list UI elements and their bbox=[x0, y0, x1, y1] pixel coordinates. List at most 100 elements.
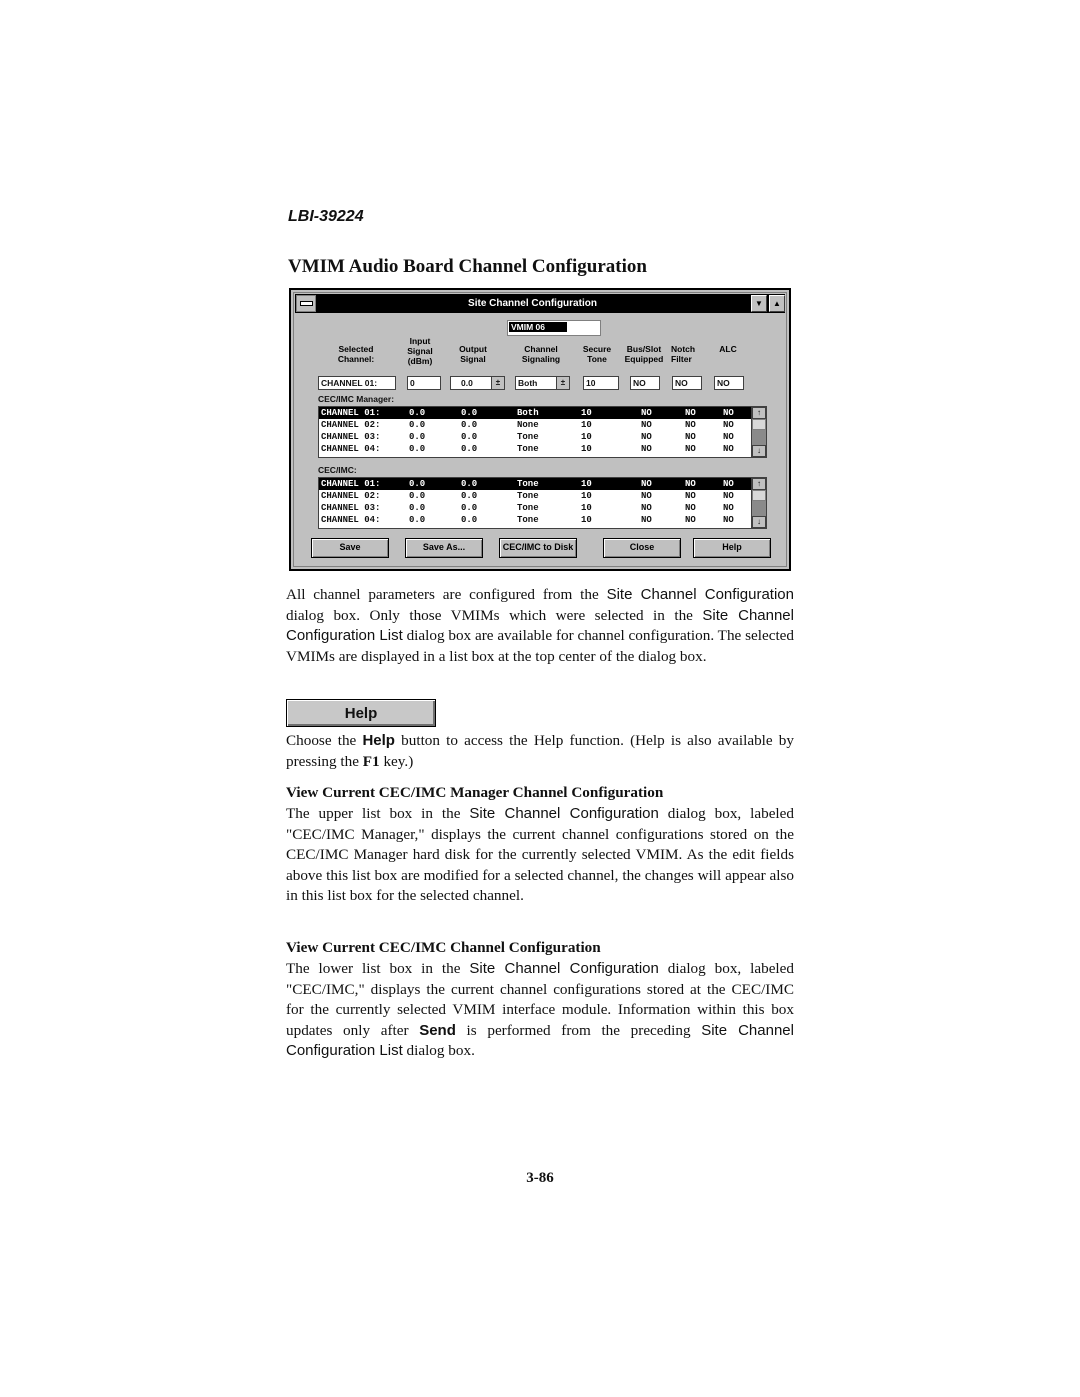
list-row[interactable]: CHANNEL 04: 0.0 0.0 Tone 10 NO NO NO bbox=[319, 514, 766, 526]
list-row[interactable]: CHANNEL 02: 0.0 0.0 None 10 NO NO NO bbox=[319, 419, 766, 431]
list-cell: 0.0 bbox=[409, 432, 426, 442]
list-cell: NO bbox=[641, 408, 652, 418]
spin-icon[interactable]: ± bbox=[556, 377, 569, 389]
text: Choose the bbox=[286, 732, 363, 749]
save-as-button[interactable]: Save As... bbox=[405, 538, 483, 558]
save-button[interactable]: Save bbox=[311, 538, 389, 558]
list-cell: CHANNEL 03: bbox=[321, 503, 381, 513]
channel-signaling-value: Both bbox=[518, 378, 538, 388]
cec-imc-manager-list[interactable]: CHANNEL 01: 0.0 0.0 Both 10 NO NO NO CHANNEL 02:… bbox=[318, 406, 767, 458]
list-cell: 10 bbox=[581, 515, 592, 525]
list-row[interactable]: CHANNEL 01: 0.0 0.0 Both 10 NO NO NO bbox=[319, 407, 766, 419]
cec-imc-list[interactable]: CHANNEL 01: 0.0 0.0 Tone 10 NO NO NO CHANNEL 02:… bbox=[318, 477, 767, 529]
list-row[interactable]: CHANNEL 04: 0.0 0.0 Tone 10 NO NO NO bbox=[319, 443, 766, 455]
list-cell: 10 bbox=[581, 444, 592, 454]
scrollbar-track[interactable] bbox=[752, 501, 766, 516]
list-cell: 0.0 bbox=[409, 479, 426, 489]
list-cell: Both bbox=[517, 408, 539, 418]
scroll-up-icon[interactable]: ↑ bbox=[752, 407, 766, 419]
scrollbar-track[interactable] bbox=[752, 430, 766, 445]
vmim-list-item-selected[interactable]: VMIM 06 bbox=[508, 321, 568, 333]
list-cell: NO bbox=[685, 408, 696, 418]
column-header-input-signal: Input Signal (dBm) bbox=[407, 336, 433, 366]
list-cell: NO bbox=[641, 444, 652, 454]
output-signal-dropdown[interactable]: 0.0 ± bbox=[450, 376, 505, 390]
list-cell: NO bbox=[685, 432, 696, 442]
list-cell: NO bbox=[641, 479, 652, 489]
list-cell: None bbox=[517, 420, 539, 430]
list-cell: 0.0 bbox=[461, 491, 478, 501]
list-cell: 10 bbox=[581, 432, 592, 442]
list-cell: 0.0 bbox=[461, 432, 478, 442]
text: dialog box. bbox=[402, 1042, 475, 1060]
list-cell: NO bbox=[723, 432, 734, 442]
help-button[interactable]: Help bbox=[693, 538, 771, 558]
list-row[interactable]: CHANNEL 03: 0.0 0.0 Tone 10 NO NO NO bbox=[319, 502, 766, 514]
scrollbar-thumb[interactable] bbox=[752, 490, 766, 501]
list-row[interactable]: CHANNEL 03: 0.0 0.0 Tone 10 NO NO NO bbox=[319, 431, 766, 443]
scroll-up-icon[interactable]: ↑ bbox=[752, 478, 766, 490]
list-cell: 0.0 bbox=[409, 420, 426, 430]
column-header-secure-tone: Secure Tone bbox=[582, 344, 612, 364]
list-cell: NO bbox=[685, 479, 696, 489]
secure-tone-field[interactable]: 10 bbox=[583, 376, 619, 390]
minimize-icon[interactable]: ▼ bbox=[751, 295, 767, 312]
site-channel-configuration-dialog: Site Channel Configuration ▼ ▲ VMIM 06 S… bbox=[289, 288, 791, 571]
input-signal-field[interactable]: 0 bbox=[407, 376, 441, 390]
vertical-scrollbar[interactable]: ↑ ↓ bbox=[751, 478, 766, 528]
dialog-name: Site Channel Configuration bbox=[469, 805, 659, 822]
list-row[interactable]: CHANNEL 02: 0.0 0.0 Tone 10 NO NO NO bbox=[319, 490, 766, 502]
bus-slot-equipped-field[interactable]: NO bbox=[630, 376, 660, 390]
channel-signaling-dropdown[interactable]: Both ± bbox=[515, 376, 570, 390]
maximize-icon[interactable]: ▲ bbox=[769, 295, 785, 312]
selected-channel-field[interactable]: CHANNEL 01: bbox=[318, 376, 396, 390]
cec-imc-manager-label: CEC/IMC Manager: bbox=[318, 394, 395, 404]
spin-icon[interactable]: ± bbox=[491, 377, 504, 389]
list-cell: NO bbox=[641, 420, 652, 430]
list-cell: Tone bbox=[517, 444, 539, 454]
list-cell: NO bbox=[641, 491, 652, 501]
list-cell: 10 bbox=[581, 420, 592, 430]
list-cell: NO bbox=[685, 503, 696, 513]
list-cell: Tone bbox=[517, 491, 539, 501]
list-cell: 0.0 bbox=[461, 515, 478, 525]
vertical-scrollbar[interactable]: ↑ ↓ bbox=[751, 407, 766, 457]
scroll-down-icon[interactable]: ↓ bbox=[752, 516, 766, 528]
intro-paragraph: All channel parameters are configured fr… bbox=[286, 585, 794, 667]
page-title: VMIM Audio Board Channel Configuration bbox=[288, 256, 647, 277]
vmim-list-box[interactable]: VMIM 06 bbox=[507, 320, 601, 336]
manager-paragraph: The upper list box in the Site Channel C… bbox=[286, 804, 794, 907]
system-menu-icon[interactable] bbox=[296, 295, 316, 312]
document-id: LBI-39224 bbox=[288, 208, 364, 225]
list-cell: CHANNEL 03: bbox=[321, 432, 381, 442]
cec-imc-to-disk-button[interactable]: CEC/IMC to Disk bbox=[499, 538, 577, 558]
list-cell: 0.0 bbox=[461, 479, 478, 489]
notch-filter-field[interactable]: NO bbox=[672, 376, 702, 390]
column-header-bus-slot-equipped: Bus/Slot Equipped bbox=[624, 344, 664, 364]
output-signal-value: 0.0 bbox=[461, 378, 473, 388]
dialog-titlebar[interactable]: Site Channel Configuration ▼ ▲ bbox=[295, 294, 785, 313]
list-cell: 0.0 bbox=[461, 408, 478, 418]
section-heading-cec-imc: View Current CEC/IMC Channel Configurati… bbox=[286, 939, 601, 956]
list-cell: Tone bbox=[517, 432, 539, 442]
text: The lower list box in the bbox=[286, 960, 470, 977]
list-cell: 10 bbox=[581, 408, 592, 418]
dialog-title: Site Channel Configuration bbox=[468, 298, 597, 309]
list-row[interactable]: CHANNEL 01: 0.0 0.0 Tone 10 NO NO NO bbox=[319, 478, 766, 490]
list-cell: NO bbox=[685, 491, 696, 501]
button-name: Help bbox=[362, 732, 395, 749]
text: All channel parameters are configured fr… bbox=[286, 586, 607, 603]
scroll-down-icon[interactable]: ↓ bbox=[752, 445, 766, 457]
list-cell: NO bbox=[685, 444, 696, 454]
scrollbar-thumb[interactable] bbox=[752, 419, 766, 430]
column-header-selected-channel: Selected Channel: bbox=[337, 344, 375, 364]
alc-field[interactable]: NO bbox=[714, 376, 744, 390]
close-button[interactable]: Close bbox=[603, 538, 681, 558]
column-header-channel-signaling: Channel Signaling bbox=[521, 344, 561, 364]
column-header-alc: ALC bbox=[719, 344, 737, 354]
list-cell: CHANNEL 01: bbox=[321, 479, 381, 489]
text: key.) bbox=[379, 752, 414, 770]
list-cell: NO bbox=[723, 479, 734, 489]
list-cell: NO bbox=[641, 432, 652, 442]
list-cell: NO bbox=[641, 515, 652, 525]
